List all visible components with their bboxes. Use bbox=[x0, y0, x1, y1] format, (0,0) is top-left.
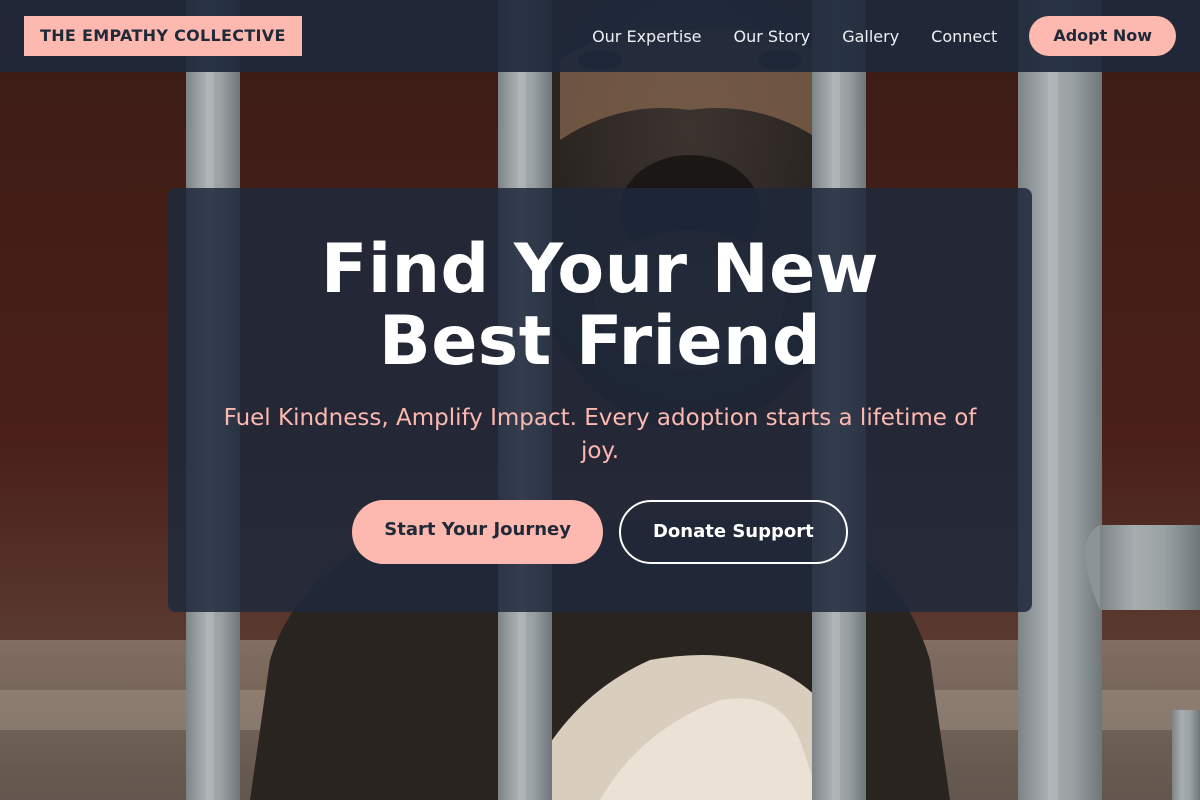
adopt-now-button[interactable]: Adopt Now bbox=[1029, 16, 1176, 56]
hero-title-line-1: Find Your New bbox=[320, 230, 880, 309]
hero-subtitle: Fuel Kindness, Amplify Impact. Every ado… bbox=[223, 405, 977, 464]
nav-link-connect[interactable]: Connect bbox=[931, 27, 997, 46]
nav-link-our-expertise[interactable]: Our Expertise bbox=[592, 27, 701, 46]
landing-page: THE EMPATHY COLLECTIVE Our Expertise Our… bbox=[0, 0, 1200, 800]
hero-title-line-2: Best Friend bbox=[378, 302, 822, 381]
hero-actions: Start Your Journey Donate Support bbox=[168, 500, 1032, 564]
brand-logo[interactable]: THE EMPATHY COLLECTIVE bbox=[24, 16, 302, 56]
start-your-journey-button[interactable]: Start Your Journey bbox=[352, 500, 603, 564]
nav-link-our-story[interactable]: Our Story bbox=[734, 27, 811, 46]
top-navigation-bar: THE EMPATHY COLLECTIVE Our Expertise Our… bbox=[0, 0, 1200, 72]
hero-title: Find Your New Best Friend bbox=[168, 234, 1032, 378]
nav-link-gallery[interactable]: Gallery bbox=[842, 27, 899, 46]
nav-links: Our Expertise Our Story Gallery Connect … bbox=[592, 16, 1176, 56]
hero-card: Find Your New Best Friend Fuel Kindness,… bbox=[168, 188, 1032, 612]
donate-support-button[interactable]: Donate Support bbox=[618, 500, 848, 564]
